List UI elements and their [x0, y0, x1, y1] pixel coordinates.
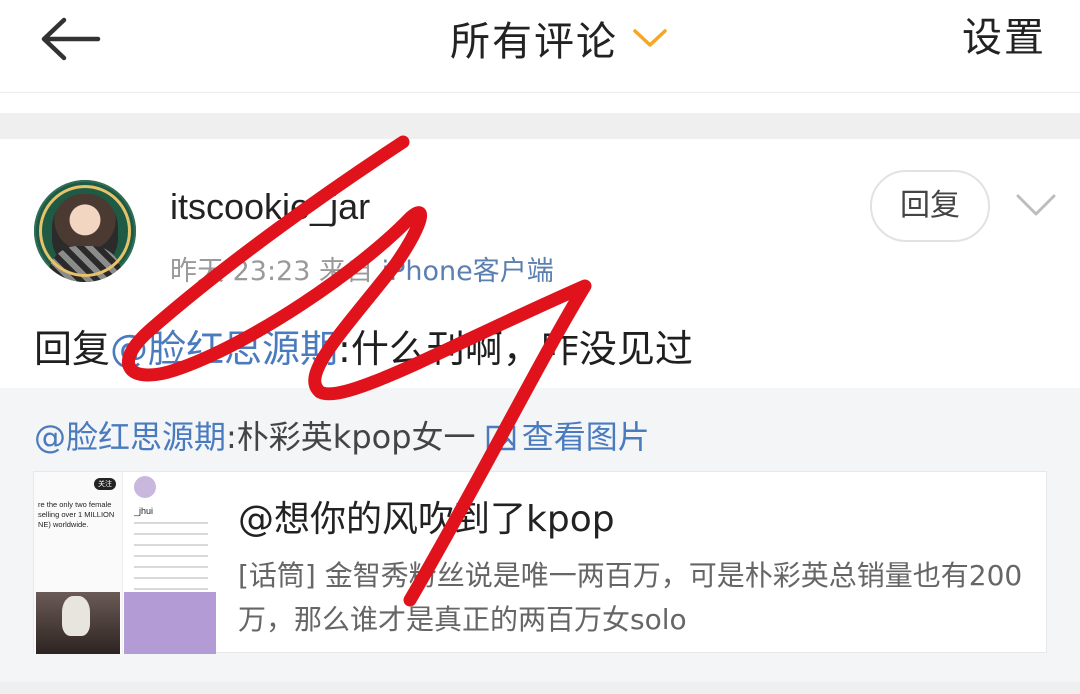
- comment-client[interactable]: iPhone客户端: [382, 256, 554, 287]
- comment-mention[interactable]: @脸红思源期: [110, 327, 338, 371]
- section-divider: [0, 113, 1080, 139]
- settings-button[interactable]: 设置: [962, 12, 1046, 64]
- comment-meta: 昨天 23:23 来自 iPhone客户端: [170, 249, 554, 288]
- back-arrow-icon: [41, 17, 101, 61]
- view-image-link[interactable]: 查看图片: [486, 418, 650, 456]
- thumbnail-badge: 关注: [94, 478, 116, 490]
- chevron-down-icon: [633, 29, 667, 47]
- quoted-mention[interactable]: @脸红思源期: [34, 418, 226, 456]
- thumbnail-name: _jhui: [134, 506, 154, 516]
- comment-filter-dropdown[interactable]: 所有评论: [450, 12, 668, 65]
- image-icon: [486, 425, 515, 451]
- comment-text: 回复@脸红思源期:什么刊啊，咋没见过: [34, 318, 693, 373]
- thumbnail-caption: re the only two female selling over 1 MI…: [38, 500, 115, 529]
- comment-body: :什么刊啊，咋没见过: [338, 327, 693, 371]
- reply-button[interactable]: 回复: [870, 170, 990, 242]
- quoted-comment: @脸红思源期:朴彩英kpop女一 查看图片: [34, 412, 650, 458]
- comment-time: 昨天 23:23: [170, 256, 311, 287]
- post-thumbnail: 关注 re the only two female selling over 1…: [34, 472, 216, 654]
- view-image-label: 查看图片: [521, 418, 650, 456]
- page-title: 所有评论: [450, 19, 618, 65]
- top-bar: 所有评论 设置: [0, 0, 1080, 93]
- post-title[interactable]: @想你的风吹到了kpop: [238, 490, 615, 542]
- more-options-button[interactable]: [1014, 190, 1058, 220]
- back-button[interactable]: [38, 14, 102, 64]
- comment-source-prefix: 来自: [319, 256, 373, 287]
- avatar[interactable]: [34, 180, 136, 282]
- comments-page: 所有评论 设置 itscookie_jar 昨天 23:23 来自 iPhone…: [0, 0, 1080, 694]
- quoted-text: :朴彩英kpop女一: [226, 418, 476, 456]
- comment-username[interactable]: itscookie_jar: [170, 186, 370, 228]
- chevron-down-icon: [1016, 194, 1056, 216]
- section-divider-bottom: [0, 682, 1080, 694]
- spacer: [0, 93, 1080, 113]
- comment-reply-prefix: 回复: [34, 327, 111, 371]
- post-body: [话筒] 金智秀粉丝说是唯一两百万，可是朴彩英总销量也有200万，那么谁才是真正…: [238, 559, 1023, 636]
